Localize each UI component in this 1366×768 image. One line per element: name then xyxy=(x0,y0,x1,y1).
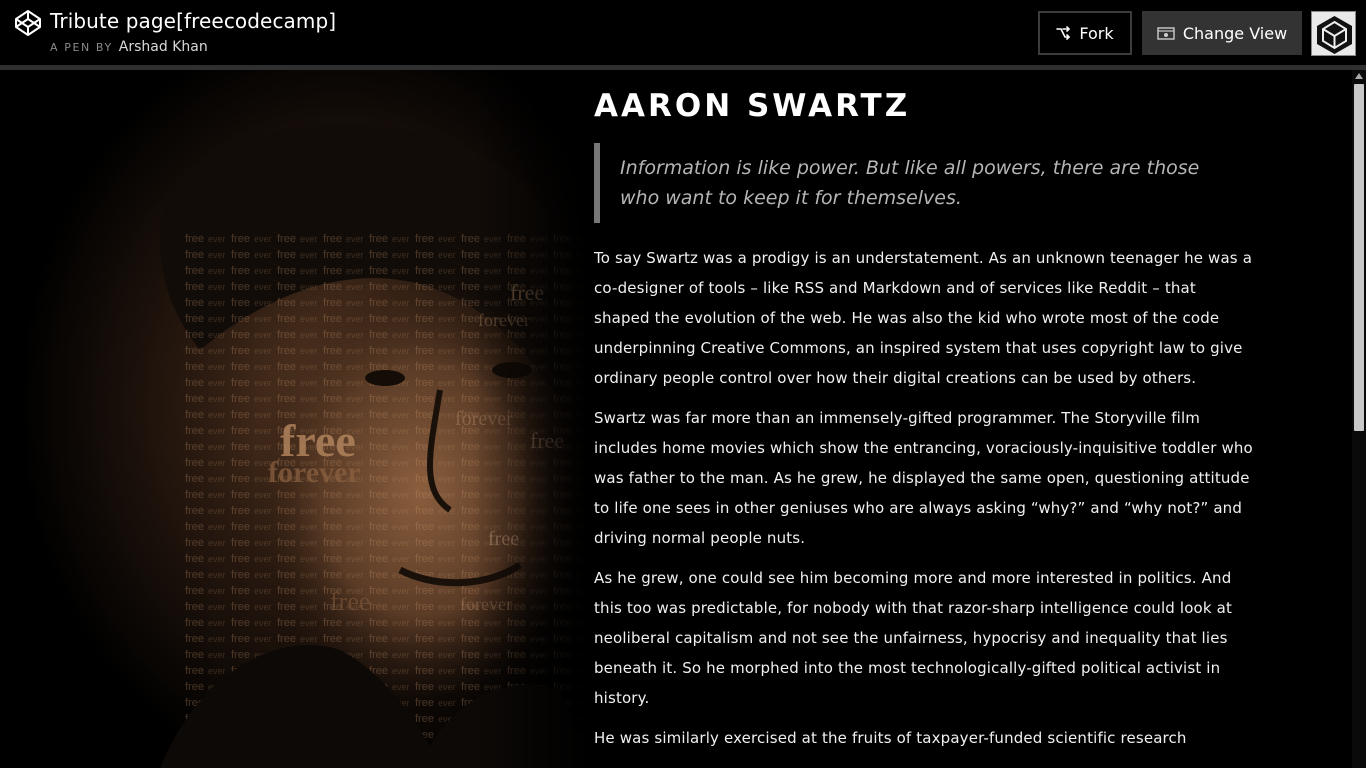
bio-paragraph: To say Swartz was a prodigy is an unders… xyxy=(594,249,1253,387)
quote-text: Information is like power. But like all … xyxy=(620,157,1200,209)
scrollbar-thumb[interactable] xyxy=(1354,84,1364,431)
eye-icon xyxy=(1157,27,1175,40)
tribute-name: AARON SWARTZ xyxy=(594,88,911,124)
portrait-image: free ever free forever free forever free… xyxy=(0,70,590,768)
biography: To say Swartz was a prodigy is an unders… xyxy=(594,243,1254,763)
pen-title: Tribute page[freecodecamp] xyxy=(50,9,337,33)
avatar-image xyxy=(1312,12,1355,55)
user-avatar[interactable] xyxy=(1311,11,1356,56)
tribute-quote: Information is like power. But like all … xyxy=(594,143,1234,223)
tribute-article: AARON SWARTZ Information is like power. … xyxy=(594,70,1254,768)
change-view-label: Change View xyxy=(1182,23,1288,43)
bio-paragraph: As he grew, one could see him becoming m… xyxy=(594,569,1232,707)
author-link[interactable]: Arshad Khan xyxy=(119,39,208,55)
bio-paragraph: Swartz was far more than an immensely-gi… xyxy=(594,409,1253,547)
pen-header: Tribute page[freecodecamp] A PEN BY Arsh… xyxy=(0,0,1366,65)
codepen-logo-icon[interactable] xyxy=(14,9,42,37)
fork-icon xyxy=(1056,26,1071,40)
vertical-scrollbar[interactable] xyxy=(1352,70,1366,768)
typographic-portrait: free ever free forever free forever free… xyxy=(0,70,590,768)
fork-label: Fork xyxy=(1079,23,1114,43)
byline-prefix: A PEN BY xyxy=(50,41,113,54)
bio-paragraph: He was similarly exercised at the fruits… xyxy=(594,729,1187,747)
fork-button[interactable]: Fork xyxy=(1038,11,1132,55)
change-view-button[interactable]: Change View xyxy=(1142,11,1302,55)
scroll-up-icon[interactable] xyxy=(1355,73,1363,79)
header-divider xyxy=(0,65,1366,70)
pen-byline: A PEN BY Arshad Khan xyxy=(50,39,208,55)
